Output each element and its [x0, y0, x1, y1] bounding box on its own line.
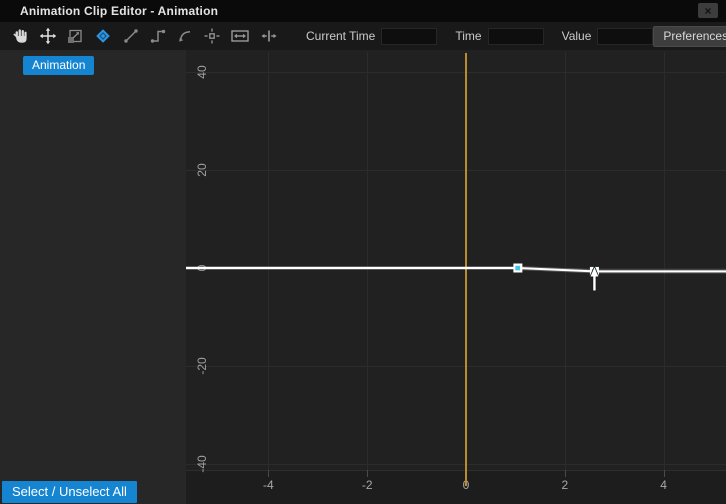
main-area: Animation Select / Unselect All 40200-20… [0, 50, 726, 504]
move-keys-tool-button[interactable] [39, 25, 57, 47]
time-label: Time [455, 29, 481, 43]
value-input[interactable] [597, 28, 653, 45]
center-point-icon [203, 27, 221, 45]
move-arrows-icon [39, 27, 57, 45]
keyframe-marker-glyph [515, 266, 520, 271]
select-unselect-all-button[interactable]: Select / Unselect All [2, 481, 137, 503]
fit-horizontal-button[interactable] [230, 25, 250, 47]
keyframe-diamond-icon [93, 27, 113, 45]
title-bar: Animation Clip Editor - Animation × [0, 0, 726, 22]
plot-area[interactable]: 40200-20-40-4-2024 [186, 50, 726, 504]
hand-icon [12, 27, 30, 45]
step-tangent-icon [149, 27, 167, 45]
animation-clip-button[interactable]: Animation [23, 56, 94, 75]
step-tangent-tool-button[interactable] [149, 25, 167, 47]
window-title: Animation Clip Editor - Animation [0, 4, 218, 18]
preferences-button[interactable]: Preferences [653, 26, 726, 47]
animation-curve-layer[interactable] [186, 50, 726, 504]
center-on-point-button[interactable] [203, 25, 221, 47]
linear-tangent-icon [122, 27, 140, 45]
linear-tangent-tool-button[interactable] [122, 25, 140, 47]
keyframe-select-tool-button[interactable] [93, 25, 113, 47]
pan-tool-button[interactable] [12, 25, 30, 47]
time-input[interactable] [488, 28, 544, 45]
fit-vertical-icon [259, 27, 279, 45]
current-time-label: Current Time [306, 29, 375, 43]
ease-tangent-tool-button[interactable] [176, 25, 194, 47]
value-label: Value [562, 29, 592, 43]
current-time-input[interactable] [381, 28, 437, 45]
scale-keys-tool-button[interactable] [66, 25, 84, 47]
fit-vertical-button[interactable] [259, 25, 279, 47]
animation-clip-editor-window: Animation Clip Editor - Animation × [0, 0, 726, 504]
ease-curve-icon [176, 27, 194, 45]
toolbar: Current Time Time Value Preferences [0, 22, 726, 50]
scale-icon [66, 27, 84, 45]
fit-horizontal-icon [230, 27, 250, 45]
clip-list-sidebar: Animation Select / Unselect All [0, 50, 186, 504]
close-icon[interactable]: × [698, 3, 718, 18]
